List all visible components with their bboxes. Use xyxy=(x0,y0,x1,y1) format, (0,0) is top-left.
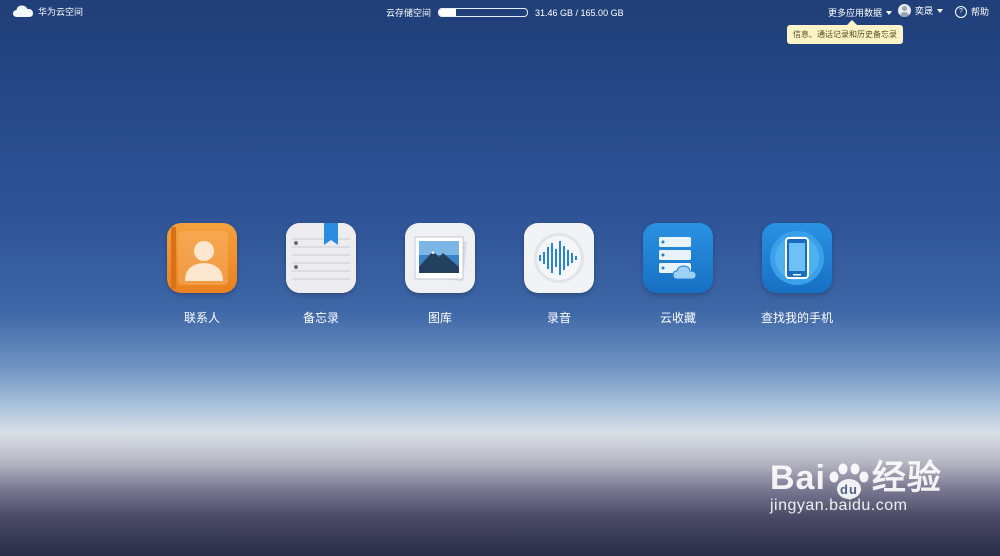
app-notes[interactable]: 备忘录 xyxy=(266,223,376,326)
app-label: 录音 xyxy=(546,311,571,325)
notes-icon xyxy=(286,223,356,293)
app-label: 查找我的手机 xyxy=(760,311,833,325)
watermark-brand-b: du xyxy=(840,482,858,497)
find-phone-icon xyxy=(762,223,832,293)
app-find-phone[interactable]: 查找我的手机 xyxy=(742,223,852,326)
recorder-icon xyxy=(524,223,594,293)
baidu-logo: Bai du 经验 xyxy=(770,450,942,500)
contacts-icon xyxy=(167,223,237,293)
app-label: 备忘录 xyxy=(302,311,339,325)
gallery-icon xyxy=(405,223,475,293)
app-label: 图库 xyxy=(427,311,452,325)
app-gallery[interactable]: 图库 xyxy=(385,223,495,326)
app-cloud-favorites[interactable]: 云收藏 xyxy=(623,223,733,326)
app-label: 云收藏 xyxy=(659,311,696,325)
app-label: 联系人 xyxy=(183,311,220,325)
app-contacts[interactable]: 联系人 xyxy=(147,223,257,326)
app-recorder[interactable]: 录音 xyxy=(504,223,614,326)
cloud-favorites-icon xyxy=(643,223,713,293)
baidu-jingyan-watermark: Bai du 经验 jingyan.baidu.com xyxy=(770,450,942,515)
watermark-brand-c: 经验 xyxy=(871,459,942,497)
watermark-brand-a: Bai xyxy=(770,459,826,497)
paw-icon: du xyxy=(826,463,872,500)
